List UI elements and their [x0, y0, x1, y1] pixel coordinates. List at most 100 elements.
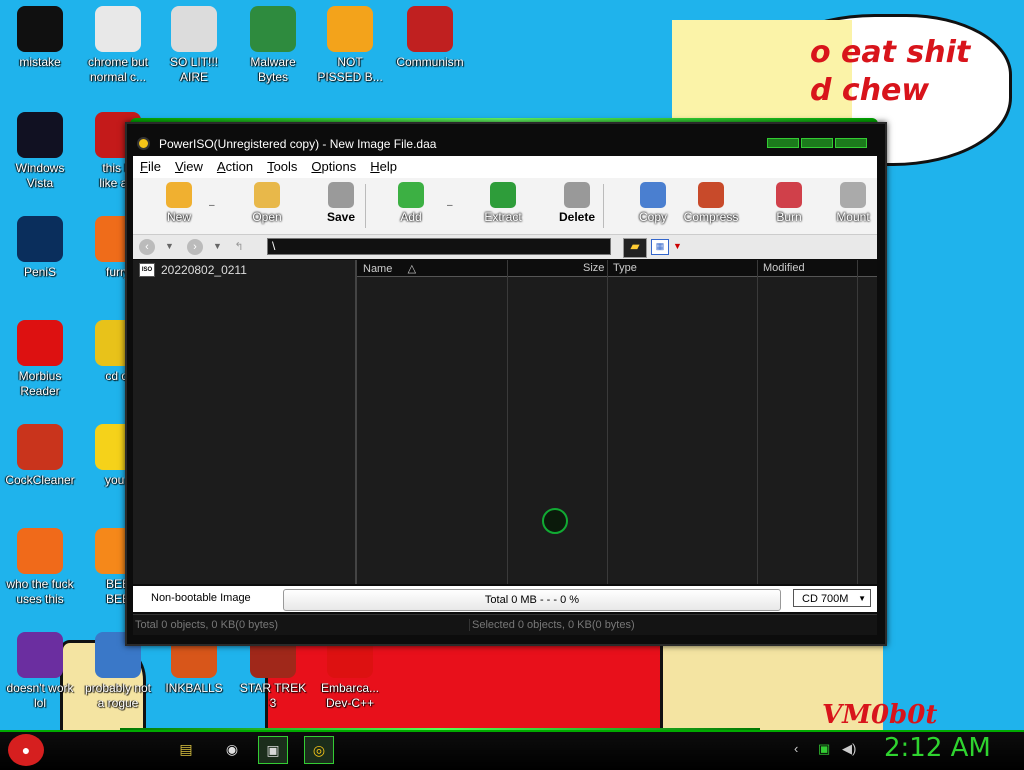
status-bar: Total 0 objects, 0 KB(0 bytes) Selected …: [133, 614, 877, 635]
forward-history-caret[interactable]: ▼: [213, 241, 222, 251]
compress-icon: [698, 182, 724, 208]
toolbar-button-label: Burn: [776, 210, 802, 224]
column-header-modified[interactable]: Modified: [763, 262, 805, 274]
back-icon[interactable]: ‹: [794, 741, 798, 756]
chrome-icon[interactable]: ◉: [218, 736, 246, 762]
desktop-icon-label: STAR TREK 3: [239, 681, 307, 710]
desktop-icon-label: INKBALLS: [165, 681, 223, 695]
title-bar[interactable]: PowerISO(Unregistered copy) - New Image …: [127, 132, 885, 156]
toolbar-delete-button[interactable]: Delete: [547, 182, 607, 224]
volume-icon[interactable]: ◀): [842, 741, 856, 757]
status-selected: Selected 0 objects, 0 KB(0 bytes): [469, 619, 635, 631]
desktop-icon[interactable]: doesn't work lol: [0, 632, 80, 711]
column-header-name[interactable]: Name △: [363, 262, 416, 275]
toolbar-add-button[interactable]: Add: [381, 182, 441, 224]
toolbar-compress-button[interactable]: Compress: [681, 182, 741, 224]
wallpaper-signature: VM0b0t: [822, 700, 938, 730]
desktop-icon[interactable]: mistake: [0, 6, 80, 70]
desktop-icon-label: PeniS: [23, 265, 57, 279]
forward-icon[interactable]: ›: [187, 239, 203, 255]
desktop-icon[interactable]: Malware Bytes: [233, 6, 313, 85]
clock[interactable]: 2:12 AM: [884, 733, 991, 763]
desktop-icon[interactable]: CockCleaner: [0, 424, 80, 488]
file-list[interactable]: Name △ Size Type Modified: [357, 260, 877, 584]
capacity-progress: Total 0 MB - - - 0 %: [283, 589, 781, 611]
maximize-button[interactable]: [801, 138, 833, 148]
desktop-icon-label: NOT PISSED B...: [317, 55, 383, 84]
extract-icon: [490, 182, 516, 208]
toolbar-burn-button[interactable]: Burn: [759, 182, 819, 224]
new-dropdown-arrow[interactable]: –: [209, 200, 215, 211]
network-icon[interactable]: ▣: [818, 741, 830, 757]
menu-options[interactable]: Options: [304, 156, 363, 178]
navigation-bar: ‹ ▼ › ▼ ↰ \ ▰ ▦ ▼: [133, 235, 877, 259]
toolbar-new-button[interactable]: New: [149, 182, 209, 224]
column-type: [607, 260, 758, 584]
solitaire-icon[interactable]: ▣: [258, 736, 288, 764]
angry-bird-icon: ●: [21, 742, 31, 758]
back-icon[interactable]: ‹: [139, 239, 155, 255]
menu-bar: File View Action Tools Options Help: [133, 156, 877, 178]
desktop-icon[interactable]: Communism: [390, 6, 470, 70]
desktop-icon[interactable]: NOT PISSED B...: [310, 6, 390, 85]
menu-file[interactable]: File: [133, 156, 168, 178]
desktop-icon-label: CockCleaner: [5, 473, 75, 487]
copy-disc-icon: [640, 182, 666, 208]
desktop-icon-label: chrome but normal c...: [87, 55, 149, 84]
desktop-icon[interactable]: chrome but normal c...: [78, 6, 158, 85]
desktop-icon-label: Embarca... Dev-C++: [320, 681, 380, 710]
toolbar-button-label: Extract: [484, 210, 522, 224]
thunder-icon: [17, 528, 63, 574]
desktop-icon[interactable]: Morbius Reader: [0, 320, 80, 399]
toolbar-button-label: New: [166, 210, 191, 224]
menu-help[interactable]: Help: [363, 156, 404, 178]
desktop-icon[interactable]: PeniS: [0, 216, 80, 280]
up-level-icon[interactable]: ↰: [231, 239, 247, 255]
desktop-icon-label: who the fuck uses this: [6, 577, 74, 606]
menu-view[interactable]: View: [168, 156, 210, 178]
desktop-icon-label: doesn't work lol: [6, 681, 74, 710]
burn-icon: [776, 182, 802, 208]
mouse-cursor-icon: [542, 508, 568, 534]
boot-status: Non-bootable Image: [151, 592, 251, 604]
desktop-icon[interactable]: SO LIT!!! AIRE: [154, 6, 234, 85]
close-button[interactable]: [835, 138, 867, 148]
toolbar-save-button[interactable]: Save: [311, 182, 371, 224]
view-mode-icon[interactable]: ▦: [651, 239, 669, 255]
desktop-icon[interactable]: Windows Vista: [0, 112, 80, 191]
toolbar-button-label: Add: [400, 210, 422, 224]
desktop-icon-label: Malware Bytes: [250, 55, 296, 84]
toolbar-copy-button[interactable]: Copy: [623, 182, 683, 224]
column-size: [507, 260, 608, 584]
toolbar-button-label: Compress: [683, 210, 739, 224]
start-button[interactable]: ●: [8, 734, 44, 766]
toolbar-mount-button[interactable]: Mount: [823, 182, 883, 224]
open-folder-icon[interactable]: ▰: [623, 238, 647, 258]
caption-buttons: [767, 138, 867, 148]
wallpaper-speech-text: o eat shit d chew: [810, 35, 971, 108]
poweriso-window: PowerISO(Unregistered copy) - New Image …: [125, 122, 887, 646]
toolbar-button-label: Delete: [558, 210, 596, 224]
solitaire-icon: [171, 6, 217, 52]
path-input[interactable]: \: [267, 238, 611, 255]
column-header-type[interactable]: Type: [613, 262, 637, 274]
back-history-caret[interactable]: ▼: [165, 241, 174, 251]
add-dropdown-arrow[interactable]: –: [447, 200, 453, 211]
delete-icon: [564, 182, 590, 208]
view-mode-caret[interactable]: ▼: [673, 241, 682, 251]
angry-pig-icon: [327, 6, 373, 52]
mount-icon: [840, 182, 866, 208]
minimize-button[interactable]: [767, 138, 799, 148]
menu-tools[interactable]: Tools: [260, 156, 304, 178]
desktop-icon[interactable]: who the fuck uses this: [0, 528, 80, 607]
tree-item-image-root[interactable]: ISO 20220802_0211: [139, 263, 247, 277]
toolbar-open-button[interactable]: Open: [237, 182, 297, 224]
column-header-size[interactable]: Size: [583, 262, 604, 274]
media-size-select[interactable]: CD 700M: [793, 589, 871, 608]
explorer-icon[interactable]: ▤: [172, 736, 200, 762]
toolbar-extract-button[interactable]: Extract: [473, 182, 533, 224]
menu-action[interactable]: Action: [210, 156, 260, 178]
window-title: PowerISO(Unregistered copy) - New Image …: [159, 137, 437, 151]
tree-item-label: 20220802_0211: [161, 263, 247, 277]
poweriso-icon[interactable]: ◎: [304, 736, 334, 764]
